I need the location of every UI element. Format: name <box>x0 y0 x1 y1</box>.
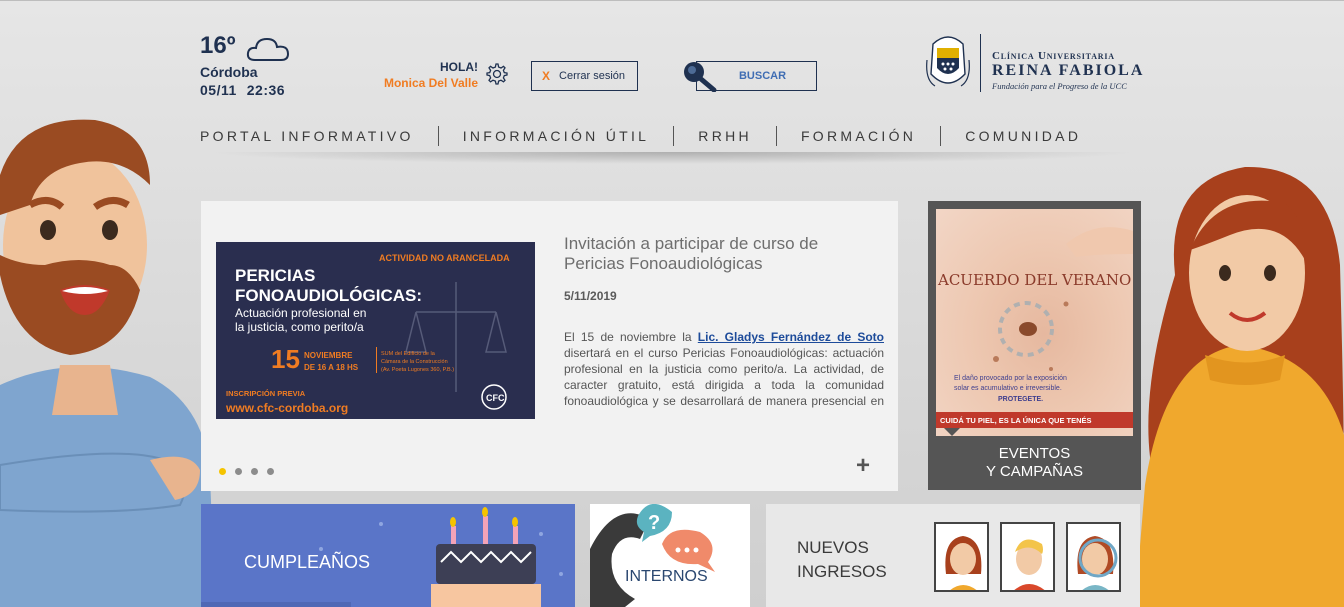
nav-divider <box>775 126 777 146</box>
cloud-icon <box>246 37 290 61</box>
slide-url: www.cfc-cordoba.org <box>225 401 348 415</box>
slider-dots <box>219 468 274 475</box>
poster-text-2: solar es acumulativo e irreversible. <box>954 385 1062 392</box>
ingresos-label: INGRESOS <box>797 562 887 581</box>
slide-sub-1: Actuación profesional en <box>235 306 366 320</box>
user-greeting: HOLA! Monica Del Valle <box>380 60 478 90</box>
woman-illustration <box>1135 166 1344 607</box>
slide-headline-1: PERICIAS <box>235 266 315 285</box>
news-slider: ACTIVIDAD NO ARANCELADA PERICIAS FONOAUD… <box>201 201 898 491</box>
slide-title[interactable]: Invitación a participar de curso de Peri… <box>564 234 874 274</box>
city: Córdoba <box>200 64 258 80</box>
eventos-campanas-tile[interactable]: ACUERDO DEL VERANO 2009 El daño provocad… <box>928 201 1141 490</box>
slide-registration: INSCRIPCIÓN PREVIA <box>226 389 306 398</box>
slider-dot[interactable] <box>219 468 226 475</box>
slide-image-art: ACTIVIDAD NO ARANCELADA PERICIAS FONOAUD… <box>216 242 535 419</box>
nav-divider <box>673 126 675 146</box>
date: 05/11 <box>200 82 237 98</box>
logo-line-2: REINA FABIOLA <box>992 62 1145 79</box>
poster-banner: CUIDÁ TU PIEL, ES LA ÚNICA QUE TENÉS <box>940 416 1092 425</box>
slide-place-2: Cámara de la Construcción <box>381 359 448 365</box>
eventos-title-1: EVENTOS <box>998 445 1071 462</box>
nav-comunidad[interactable]: COMUNIDAD <box>965 128 1081 144</box>
read-more-button[interactable]: + <box>856 452 870 480</box>
top-border <box>0 0 1344 1</box>
slider-dot[interactable] <box>267 468 274 475</box>
poster-title: ACUERDO DEL VERANO 2009 <box>937 271 1133 289</box>
slide-hours: DE 16 A 18 HS <box>304 363 359 372</box>
slide-body-intro: El 15 de noviembre la <box>564 330 698 344</box>
cumpleanos-tile[interactable]: CUMPLEAÑOS <box>201 504 575 607</box>
profile-frame <box>1000 522 1055 592</box>
nav-rrhh[interactable]: RRHH <box>698 128 752 144</box>
nav-portal-informativo[interactable]: PORTAL INFORMATIVO <box>200 128 414 144</box>
date-time: 05/11 22:36 <box>200 82 295 98</box>
avatar <box>945 536 982 590</box>
weather-widget: 16º Córdoba 05/11 22:36 <box>200 32 295 98</box>
close-icon: X <box>542 69 551 83</box>
eventos-title-2: Y CAMPAÑAS <box>986 463 1083 480</box>
profile-frame <box>1066 522 1121 592</box>
logo-line-1: Clínica Universitaria <box>992 50 1115 62</box>
user-name: Monica Del Valle <box>383 76 478 90</box>
nav-shadow <box>205 152 1140 164</box>
nav-formacion[interactable]: FORMACIÓN <box>801 128 916 144</box>
slide-date: 5/11/2019 <box>564 289 617 303</box>
logo-divider <box>980 34 981 92</box>
speaker-link[interactable]: Lic. Gladys Fernández de Soto <box>698 330 884 344</box>
slide-org: CFC <box>486 393 505 403</box>
gear-icon[interactable] <box>484 62 508 86</box>
slide-body: El 15 de noviembre la Lic. Gladys Fernán… <box>564 329 884 411</box>
man-illustration <box>0 119 215 607</box>
greeting-text: HOLA! <box>440 60 478 74</box>
slide-place-3: (Av. Poeta Lugones 360, P.B.) <box>381 367 454 373</box>
slide-day: 15 <box>271 344 300 374</box>
slide-place-1: SUM del Edificio de la <box>381 351 436 357</box>
internos-label: INTERNOS <box>625 568 708 585</box>
nuevos-ingresos-label: NUEVOS INGRESOS <box>797 536 887 584</box>
nav-informacion-util[interactable]: INFORMACIÓN ÚTIL <box>463 128 650 144</box>
avatar <box>1077 536 1118 590</box>
phone-illustration: ? <box>590 504 715 607</box>
cumpleanos-label: CUMPLEAÑOS <box>244 552 371 572</box>
internos-tile[interactable]: ? INTERNOS <box>590 504 750 607</box>
slider-dot[interactable] <box>251 468 258 475</box>
logout-button[interactable]: X Cerrar sesión <box>531 61 638 91</box>
crest-logo <box>926 36 970 87</box>
time: 22:36 <box>246 82 286 98</box>
nav-divider <box>437 126 439 146</box>
clinic-logo-text: Clínica Universitaria REINA FABIOLA Fund… <box>992 50 1144 91</box>
search-icon[interactable] <box>681 60 717 92</box>
slide-headline-2: FONOAUDIOLÓGICAS: <box>235 286 422 305</box>
avatar <box>1014 539 1045 590</box>
poster-text-3: PROTEGETE. <box>998 396 1043 403</box>
search-label: BUSCAR <box>738 70 787 82</box>
nuevos-ingresos-tile[interactable]: NUEVOS INGRESOS <box>766 504 1140 607</box>
nuevos-label: NUEVOS <box>797 538 869 557</box>
eventos-poster: ACUERDO DEL VERANO 2009 El daño provocad… <box>936 209 1133 436</box>
poster-text-1: El daño provocado por la exposición <box>954 375 1067 382</box>
profile-frame <box>934 522 989 592</box>
nav-divider <box>940 126 942 146</box>
slide-badge: ACTIVIDAD NO ARANCELADA <box>379 253 510 263</box>
eventos-poster-art: ACUERDO DEL VERANO 2009 El daño provocad… <box>936 227 1133 436</box>
slide-sub-2: la justicia, como perito/a <box>235 320 364 334</box>
logo-line-3: Fundación para el Progreso de la UCC <box>992 81 1127 91</box>
eventos-title: EVENTOS Y CAMPAÑAS <box>928 445 1141 481</box>
main-nav: PORTAL INFORMATIVO INFORMACIÓN ÚTIL RRHH… <box>200 126 1140 146</box>
slide-image[interactable]: ACTIVIDAD NO ARANCELADA PERICIAS FONOAUD… <box>216 242 535 419</box>
question-mark-icon: ? <box>648 512 660 534</box>
slide-body-text: disertará en el curso Pericias Fonoaudio… <box>564 346 884 411</box>
slide-month: NOVIEMBRE <box>304 351 353 360</box>
logout-label: Cerrar sesión <box>559 70 626 82</box>
slider-dot[interactable] <box>235 468 242 475</box>
